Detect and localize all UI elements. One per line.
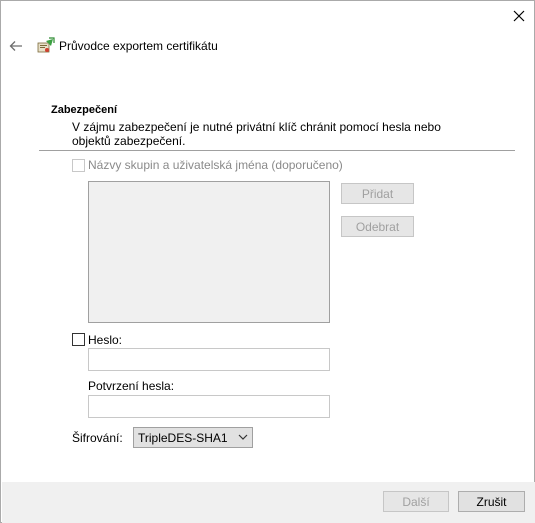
chevron-down-icon (238, 434, 248, 440)
password-checkbox[interactable] (72, 333, 85, 346)
confirm-password-field[interactable] (88, 395, 330, 418)
groups-checkbox[interactable] (72, 159, 85, 172)
groups-label: Názvy skupin a uživatelská jména (doporu… (88, 158, 343, 172)
confirm-password-label: Potvrzení hesla: (88, 379, 175, 393)
password-label: Heslo: (88, 333, 123, 347)
back-arrow-icon (9, 41, 22, 51)
encryption-select[interactable]: TripleDES-SHA1 (133, 427, 253, 448)
certificate-export-wizard-window: Průvodce exportem certifikátu Zabezpečen… (0, 0, 535, 523)
back-button[interactable] (6, 36, 26, 56)
certificate-wizard-icon (37, 37, 55, 55)
groups-listbox[interactable] (88, 181, 330, 323)
password-field[interactable] (88, 348, 330, 371)
section-heading: Zabezpečení (51, 104, 118, 116)
add-button[interactable]: Přidat (341, 183, 414, 204)
close-icon (513, 10, 525, 22)
window-title: Průvodce exportem certifikátu (59, 39, 218, 53)
header-divider (39, 150, 515, 151)
wizard-footer: Další Zrušit (2, 482, 535, 523)
section-description: V zájmu zabezpečení je nutné privátní kl… (72, 120, 441, 148)
remove-button[interactable]: Odebrat (341, 216, 414, 237)
close-button[interactable] (507, 5, 531, 27)
next-button[interactable]: Další (383, 491, 449, 512)
cancel-button[interactable]: Zrušit (458, 491, 525, 512)
encryption-selected-value: TripleDES-SHA1 (138, 430, 228, 445)
encryption-label: Šifrování: (72, 431, 123, 445)
